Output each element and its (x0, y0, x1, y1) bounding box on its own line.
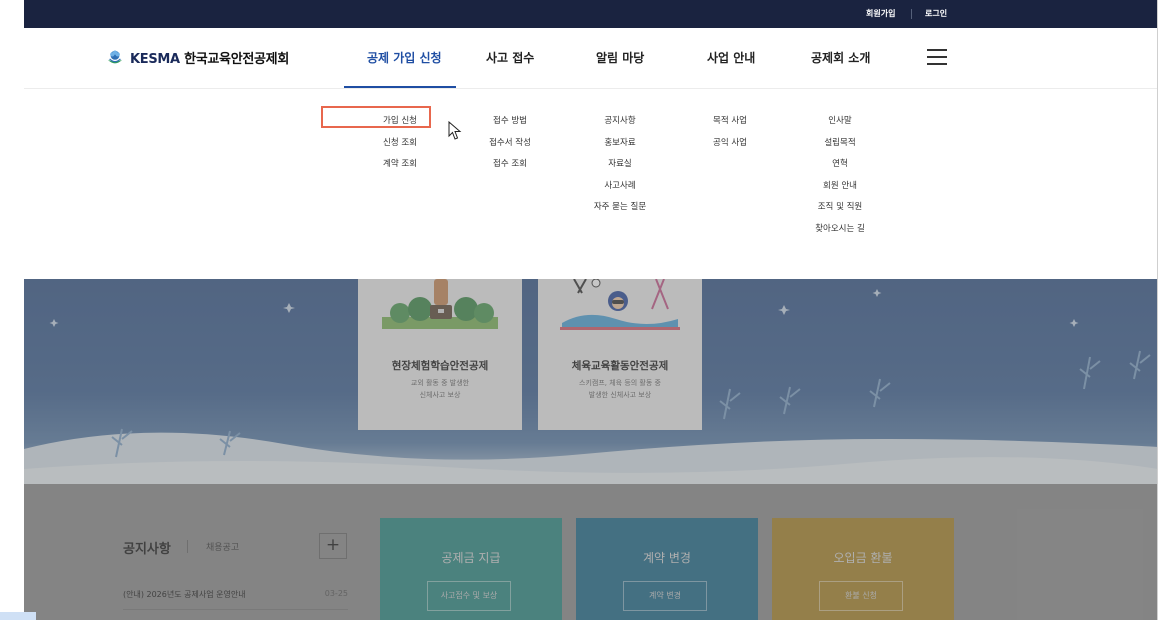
menu-item-member-guide[interactable]: 회원 안내 (785, 176, 895, 198)
active-nav-underline (344, 86, 456, 88)
menu-item-public-business[interactable]: 공익 사업 (675, 133, 785, 155)
menu-column-notice: 공지사항 홍보자료 자료실 사고사례 자주 묻는 질문 (565, 111, 675, 219)
logo-text-ko: 한국교육안전공제회 (184, 52, 290, 67)
sports-illustration (560, 279, 680, 330)
notice-title: 공지사항 (123, 542, 171, 557)
hero-banner: 현장체험학습안전공제 교외 활동 중 발생한 신체사고 보상 체육교육활동안전공… (24, 279, 1158, 484)
menu-item-report-method[interactable]: 접수 방법 (455, 111, 565, 133)
card-desc-field-trip-line1: 교외 활동 중 발생한 (410, 379, 470, 387)
quick-service-section: 공지사항 채용공고 + (안내) 2026년도 공제사업 운영안내 03-25 … (24, 484, 1158, 620)
menu-item-report-lookup[interactable]: 접수 조회 (455, 154, 565, 176)
menu-item-report-write[interactable]: 접수서 작성 (455, 133, 565, 155)
card-desc-sports-line1: 스키캠프, 체육 등의 활동 중 (579, 379, 661, 387)
menu-column-about: 인사말 설립목적 연혁 회원 안내 조직 및 직원 찾아오시는 길 (785, 111, 895, 240)
menu-item-greeting[interactable]: 인사말 (785, 111, 895, 133)
card-title-field-trip: 현장체험학습안전공제 (391, 360, 489, 372)
menu-item-organization[interactable]: 조직 및 직원 (785, 197, 895, 219)
top-utility-bar: 회원가입 로그인 (24, 0, 1158, 28)
notice-row-divider (123, 609, 348, 610)
notice-panel: 공지사항 채용공고 + (안내) 2026년도 공제사업 운영안내 03-25 (106, 503, 371, 620)
nav-accident-report[interactable]: 사고 접수 (486, 49, 534, 66)
menu-item-directions[interactable]: 찾아오시는 길 (785, 219, 895, 241)
nav-join-application[interactable]: 공제 가입 신청 (367, 49, 442, 66)
hamburger-menu-icon[interactable] (927, 49, 947, 65)
logo-text-en: KESMA (130, 52, 180, 67)
logo-text: KESMA 한국교육안전공제회 (130, 48, 289, 67)
tile-contract-change[interactable]: 계약 변경 계약 변경 (576, 518, 758, 620)
tile-refund-title: 오입금 환불 (833, 551, 893, 565)
notice-tab-divider (187, 540, 188, 553)
notice-item-title: (안내) 2026년도 공제사업 운영안내 (123, 590, 246, 599)
site-logo[interactable]: KESMA 한국교육안전공제회 (106, 48, 289, 67)
menu-item-founding-purpose[interactable]: 설립목적 (785, 133, 895, 155)
tile-claim-payment[interactable]: 공제금 지급 사고접수 및 보상 (380, 518, 562, 620)
nav-about[interactable]: 공제회 소개 (811, 49, 870, 66)
site-header: KESMA 한국교육안전공제회 공제 가입 신청 사고 접수 알림 마당 사업 … (24, 28, 1158, 89)
menu-item-history[interactable]: 연혁 (785, 154, 895, 176)
logo-emblem-icon (107, 49, 123, 63)
tile-claim-payment-button[interactable]: 사고접수 및 보상 (427, 581, 511, 611)
notice-item-date: 03-25 (324, 589, 348, 598)
service-card-sports[interactable]: 체육교육활동안전공제 스키캠프, 체육 등의 활동 중 발생한 신체사고 보상 (538, 279, 702, 430)
card-desc-field-trip: 교외 활동 중 발생한 신체사고 보상 (358, 377, 522, 401)
menu-column-business: 목적 사업 공익 사업 (675, 111, 785, 154)
tile-refund-button[interactable]: 환불 신청 (819, 581, 903, 611)
mega-menu: 가입 신청 신청 조회 계약 조회 접수 방법 접수서 작성 접수 조회 공지사… (24, 89, 1158, 279)
menu-item-purpose-business[interactable]: 목적 사업 (675, 111, 785, 133)
login-link[interactable]: 로그인 (925, 8, 947, 19)
notice-more-plus-icon[interactable]: + (319, 533, 347, 559)
notice-tab-recruit[interactable]: 채용공고 (206, 540, 239, 553)
nav-business-info[interactable]: 사업 안내 (707, 49, 755, 66)
field-trip-illustration (382, 279, 498, 329)
card-desc-sports-line2: 발생한 신체사고 보상 (588, 391, 652, 399)
highlight-annotation-box (321, 106, 431, 128)
card-desc-field-trip-line2: 신체사고 보상 (419, 391, 461, 399)
tile-contract-change-button[interactable]: 계약 변경 (623, 581, 707, 611)
menu-item-accident-cases[interactable]: 사고사례 (565, 176, 675, 198)
card-desc-sports: 스키캠프, 체육 등의 활동 중 발생한 신체사고 보상 (538, 377, 702, 401)
nav-notice-board[interactable]: 알림 마당 (596, 49, 644, 66)
menu-item-application-lookup[interactable]: 신청 조회 (345, 133, 455, 155)
service-card-field-trip[interactable]: 현장체험학습안전공제 교외 활동 중 발생한 신체사고 보상 (358, 279, 522, 430)
mouse-pointer-icon (448, 121, 462, 140)
menu-column-accident: 접수 방법 접수서 작성 접수 조회 (455, 111, 565, 176)
browser-viewport: 회원가입 로그인 KESMA 한국교육안전공제회 공제 가입 신청 사고 접수 … (24, 0, 1158, 620)
signup-link[interactable]: 회원가입 (866, 8, 895, 19)
menu-item-contract-lookup[interactable]: 계약 조회 (345, 154, 455, 176)
utility-separator (911, 9, 912, 19)
tile-contract-change-title: 계약 변경 (643, 551, 691, 565)
card-title-sports: 체육교육활동안전공제 (571, 360, 669, 372)
notice-list-item[interactable]: (안내) 2026년도 공제사업 운영안내 03-25 (123, 589, 348, 609)
corner-tag (0, 612, 36, 620)
menu-item-faq[interactable]: 자주 묻는 질문 (565, 197, 675, 219)
menu-item-announcements[interactable]: 공지사항 (565, 111, 675, 133)
tile-claim-payment-title: 공제금 지급 (441, 551, 501, 565)
menu-item-promo-material[interactable]: 홍보자료 (565, 133, 675, 155)
tile-refund[interactable]: 오입금 환불 환불 신청 (772, 518, 954, 620)
frame-border (1157, 0, 1158, 620)
menu-item-library[interactable]: 자료실 (565, 154, 675, 176)
